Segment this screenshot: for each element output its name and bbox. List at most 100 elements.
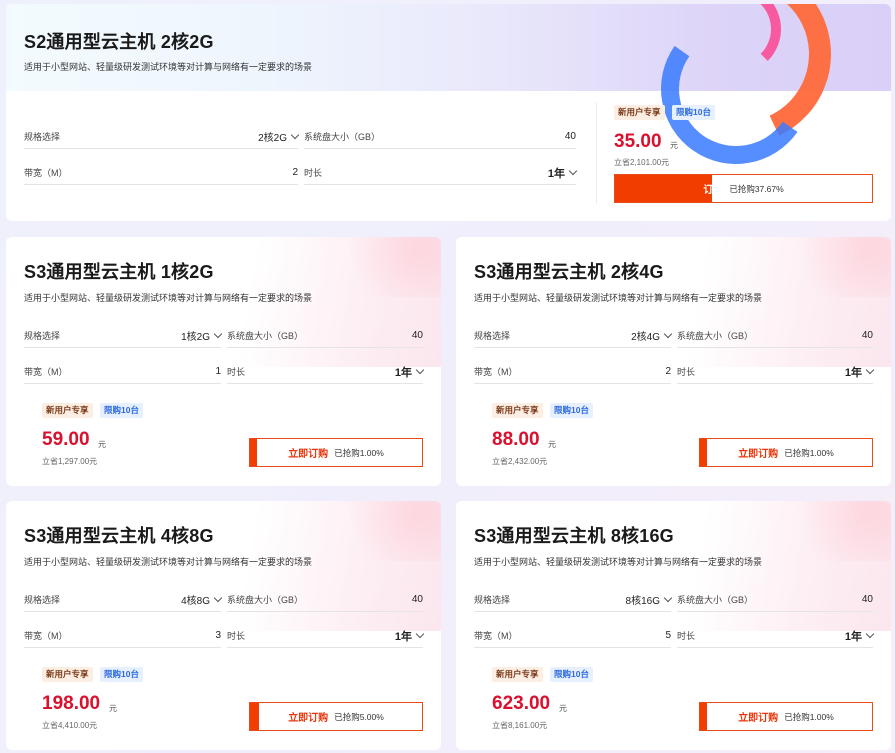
- duration-value: 1年: [547, 167, 565, 180]
- chevron-down-icon: [415, 365, 425, 375]
- limit-badge: 限购10台: [100, 667, 143, 682]
- bandwidth-field: 带宽（M） 2: [474, 360, 671, 384]
- bandwidth-label: 带宽（M）: [474, 367, 518, 377]
- card-description: 适用于小型网站、轻量级研发测试环境等对计算与网络有一定要求的场景: [24, 62, 313, 72]
- price-unit: 元: [548, 440, 556, 449]
- disk-label: 系统盘大小（GB）: [677, 331, 754, 341]
- sold-progress-fill: [700, 439, 707, 466]
- spec-value: 1核2G: [181, 332, 210, 343]
- spec-label: 规格选择: [24, 331, 61, 341]
- card-title: S3通用型云主机 4核8G: [24, 526, 214, 546]
- savings-text: 立省4,410.00元: [42, 721, 98, 730]
- bandwidth-field: 带宽（M） 3: [24, 624, 221, 648]
- new-user-badge: 新用户专享: [614, 105, 665, 120]
- card-title: S2通用型云主机 2核2G: [24, 32, 214, 52]
- sold-percent: 已抢购1.00%: [784, 711, 834, 722]
- product-card-s2-2c2g: S2通用型云主机 2核2G 适用于小型网站、轻量级研发测试环境等对计算与网络有一…: [6, 4, 891, 221]
- duration-label: 时长: [227, 367, 246, 377]
- duration-select[interactable]: 时长 1年: [227, 360, 425, 384]
- bandwidth-field: 带宽（M） 5: [474, 624, 671, 648]
- spec-select[interactable]: 规格选择 2核4G: [474, 324, 673, 348]
- limit-badge: 限购10台: [672, 105, 715, 120]
- sold-progress-fill: [250, 703, 259, 730]
- bandwidth-value: 5: [665, 630, 671, 641]
- order-button[interactable]: 立即订购 已抢购5.00%: [249, 702, 423, 731]
- new-user-badge: 新用户专享: [492, 403, 543, 418]
- divider: [596, 102, 597, 204]
- order-button-label: 立即订购: [738, 449, 779, 460]
- duration-select[interactable]: 时长 1年: [677, 624, 875, 648]
- bandwidth-label: 带宽（M）: [24, 631, 68, 641]
- disk-value: 40: [861, 594, 873, 605]
- disk-value: 40: [411, 594, 423, 605]
- spec-value: 8核16G: [625, 596, 660, 607]
- disk-size-field: 系统盘大小（GB） 40: [677, 324, 873, 348]
- disk-size-field: 系统盘大小（GB） 40: [227, 588, 423, 612]
- product-card-s3-8c16g: S3通用型云主机 8核16G 适用于小型网站、轻量级研发测试环境等对计算与网络有…: [456, 501, 891, 750]
- card-description: 适用于小型网站、轻量级研发测试环境等对计算与网络有一定要求的场景: [474, 557, 763, 567]
- order-button[interactable]: 立即订购 已抢购1.00%: [699, 702, 873, 731]
- savings-text: 立省2,101.00元: [614, 158, 670, 167]
- card-description: 适用于小型网站、轻量级研发测试环境等对计算与网络有一定要求的场景: [24, 293, 313, 303]
- spec-select[interactable]: 规格选择 2核2G: [24, 125, 300, 149]
- product-card-s3-2c4g: S3通用型云主机 2核4G 适用于小型网站、轻量级研发测试环境等对计算与网络有一…: [456, 237, 891, 486]
- limit-badge: 限购10台: [100, 403, 143, 418]
- duration-select[interactable]: 时长 1年: [227, 624, 425, 648]
- spec-label: 规格选择: [474, 331, 511, 341]
- chevron-down-icon: [568, 166, 578, 176]
- spec-select[interactable]: 规格选择 8核16G: [474, 588, 673, 612]
- chevron-down-icon: [213, 329, 223, 339]
- bandwidth-field: 带宽（M） 1: [24, 360, 221, 384]
- spec-value: 4核8G: [181, 596, 210, 607]
- savings-text: 立省1,297.00元: [42, 457, 98, 466]
- product-card-s3-1c2g: S3通用型云主机 1核2G 适用于小型网站、轻量级研发测试环境等对计算与网络有一…: [6, 237, 441, 486]
- sold-percent: 已抢购5.00%: [334, 711, 384, 722]
- order-button[interactable]: 订购 已抢购37.67%: [614, 174, 873, 203]
- spec-label: 规格选择: [24, 132, 61, 142]
- order-button-label: 立即订购: [288, 713, 329, 724]
- spec-label: 规格选择: [24, 595, 61, 605]
- savings-text: 立省8,161.00元: [492, 721, 548, 730]
- disk-label: 系统盘大小（GB）: [677, 595, 754, 605]
- disk-size-field: 系统盘大小（GB） 40: [227, 324, 423, 348]
- disk-size-field: 系统盘大小（GB） 40: [304, 125, 576, 149]
- duration-select[interactable]: 时长 1年: [677, 360, 875, 384]
- price-unit: 元: [109, 704, 117, 713]
- spec-select[interactable]: 规格选择 4核8G: [24, 588, 223, 612]
- limit-badge: 限购10台: [550, 667, 593, 682]
- new-user-badge: 新用户专享: [492, 667, 543, 682]
- savings-text: 立省2,432.00元: [492, 457, 548, 466]
- order-button-label: 立即订购: [738, 713, 779, 724]
- spec-select[interactable]: 规格选择 1核2G: [24, 324, 223, 348]
- order-button-label: 订购: [703, 185, 724, 196]
- bandwidth-label: 带宽（M）: [24, 168, 68, 178]
- price-unit: 元: [670, 141, 678, 150]
- duration-value: 1年: [394, 630, 412, 643]
- duration-value: 1年: [394, 366, 412, 379]
- price: 59.00: [42, 429, 90, 450]
- card-description: 适用于小型网站、轻量级研发测试环境等对计算与网络有一定要求的场景: [474, 293, 763, 303]
- duration-select[interactable]: 时长 1年: [304, 161, 578, 185]
- chevron-down-icon: [290, 130, 300, 140]
- bandwidth-field: 带宽（M） 2: [24, 161, 298, 185]
- duration-value: 1年: [844, 366, 862, 379]
- order-button[interactable]: 立即订购 已抢购1.00%: [249, 438, 423, 467]
- chevron-down-icon: [865, 629, 875, 639]
- duration-label: 时长: [304, 168, 323, 178]
- disk-label: 系统盘大小（GB）: [227, 331, 304, 341]
- order-button[interactable]: 立即订购 已抢购1.00%: [699, 438, 873, 467]
- sold-progress-fill: [700, 703, 707, 730]
- bandwidth-value: 3: [215, 630, 221, 641]
- sold-progress-fill: [250, 439, 257, 466]
- disk-value: 40: [564, 131, 576, 142]
- product-card-s3-4c8g: S3通用型云主机 4核8G 适用于小型网站、轻量级研发测试环境等对计算与网络有一…: [6, 501, 441, 750]
- spec-value: 2核4G: [631, 332, 660, 343]
- price-unit: 元: [559, 704, 567, 713]
- chevron-down-icon: [213, 593, 223, 603]
- bandwidth-label: 带宽（M）: [474, 631, 518, 641]
- sold-percent: 已抢购37.67%: [729, 183, 784, 194]
- duration-label: 时长: [677, 367, 696, 377]
- new-user-badge: 新用户专享: [42, 667, 93, 682]
- chevron-down-icon: [663, 593, 673, 603]
- chevron-down-icon: [663, 329, 673, 339]
